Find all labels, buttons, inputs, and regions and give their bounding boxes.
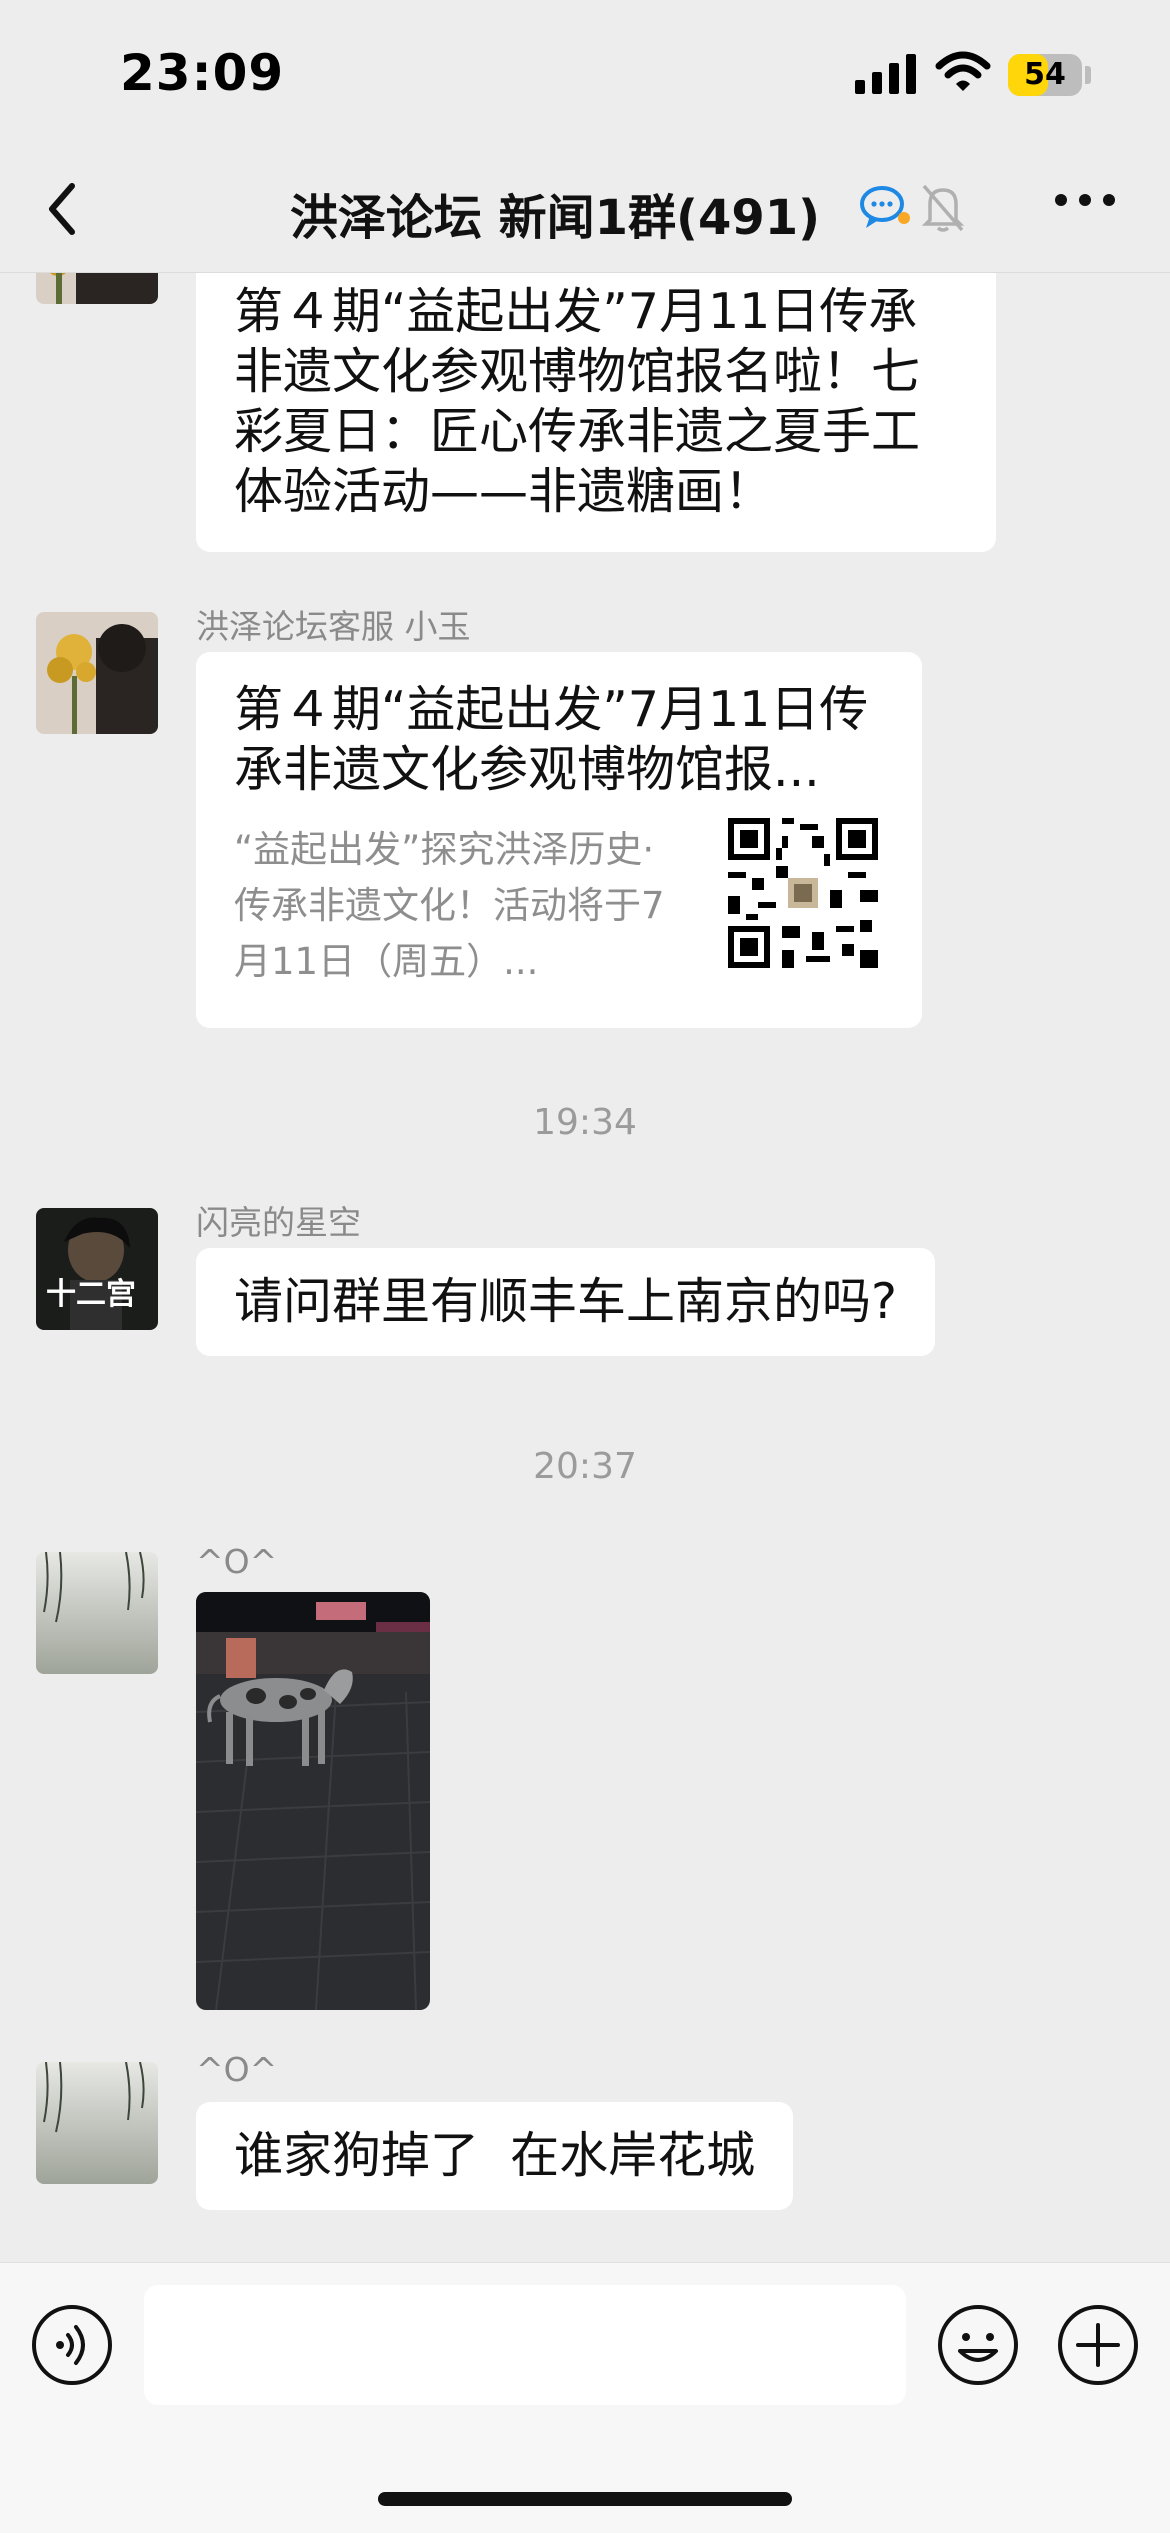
chat-bubble-icon bbox=[860, 186, 910, 228]
battery-percent: 54 bbox=[1024, 57, 1066, 92]
chat-header: 洪泽论坛 新闻1群(491) bbox=[0, 150, 1170, 273]
avatar[interactable] bbox=[36, 272, 158, 304]
sender-name: ^O^ bbox=[196, 1542, 278, 1581]
voice-icon[interactable] bbox=[30, 2303, 114, 2387]
timestamp: 19:34 bbox=[533, 1102, 637, 1143]
add-icon[interactable] bbox=[1056, 2303, 1140, 2387]
chat-title: 洪泽论坛 新闻1群(491) bbox=[289, 190, 821, 246]
qr-code-thumbnail bbox=[728, 818, 878, 968]
status-bar: 23:09 54 bbox=[0, 0, 1170, 150]
photo-message[interactable] bbox=[196, 1592, 430, 2010]
timestamp: 20:37 bbox=[533, 1446, 637, 1487]
mute-bell-icon bbox=[921, 184, 965, 232]
status-time: 23:09 bbox=[120, 44, 285, 102]
more-icon[interactable] bbox=[1052, 190, 1118, 210]
sender-name: 闪亮的星空 bbox=[196, 1203, 361, 1242]
message-text: 请问群里有顺丰车上南京的吗? bbox=[234, 1273, 898, 1330]
avatar[interactable] bbox=[36, 612, 158, 734]
sender-name: ^O^ bbox=[196, 2050, 278, 2089]
sender-name: 洪泽论坛客服 小玉 bbox=[196, 607, 471, 646]
battery-icon: 54 bbox=[1008, 54, 1082, 96]
avatar-caption: 十二宫 bbox=[46, 1277, 136, 1312]
message-bubble[interactable]: 谁家狗掉了 在水岸花城 bbox=[196, 2102, 794, 2210]
battery-cap bbox=[1085, 66, 1091, 84]
message-text: 第４期“益起出发”7月11日传承非遗文化参观博物馆报名啦！七彩夏日：匠心传承非遗… bbox=[234, 283, 921, 520]
link-card-description: “益起出发”探究洪泽历史·传承非遗文化！活动将于7月11日（周五）... bbox=[234, 828, 665, 983]
avatar[interactable] bbox=[36, 2062, 158, 2184]
avatar[interactable]: 十二宫 bbox=[36, 1208, 158, 1330]
wifi-icon bbox=[935, 51, 991, 91]
avatar[interactable] bbox=[36, 1552, 158, 1674]
emoji-icon[interactable] bbox=[936, 2303, 1020, 2387]
home-indicator[interactable] bbox=[378, 2492, 792, 2506]
message-text: 谁家狗掉了 在水岸花城 bbox=[234, 2127, 756, 2184]
link-card[interactable]: 第４期“益起出发”7月11日传承非遗文化参观博物馆报... “益起出发”探究洪泽… bbox=[196, 652, 922, 1028]
message-bubble[interactable]: 第４期“益起出发”7月11日传承非遗文化参观博物馆报名啦！七彩夏日：匠心传承非遗… bbox=[196, 272, 996, 552]
link-card-title: 第４期“益起出发”7月11日传承非遗文化参观博物馆报... bbox=[234, 681, 869, 798]
message-list[interactable]: 第４期“益起出发”7月11日传承非遗文化参观博物馆报名啦！七彩夏日：匠心传承非遗… bbox=[0, 272, 1170, 2260]
message-bubble[interactable]: 请问群里有顺丰车上南京的吗? bbox=[196, 1248, 936, 1356]
signal-icon bbox=[855, 54, 916, 94]
message-input[interactable] bbox=[144, 2285, 906, 2405]
